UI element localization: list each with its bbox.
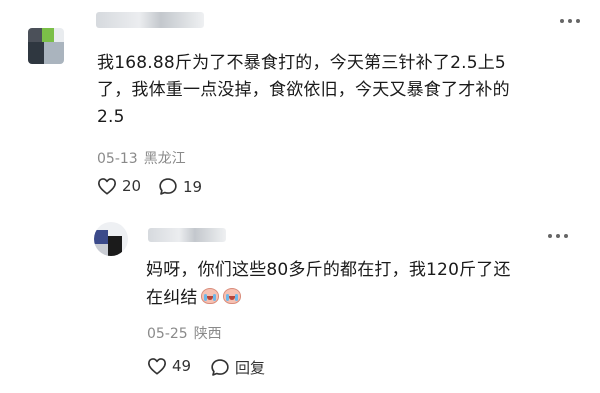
more-dots-icon[interactable] xyxy=(560,17,580,25)
heart-outline-icon xyxy=(148,358,166,375)
reply-line: 妈呀，你们这些80多斤的都在打，我120斤了还 xyxy=(146,260,511,280)
like-count: 20 xyxy=(122,177,142,195)
comment-date: 05-13 xyxy=(97,151,138,167)
reply-count-button[interactable]: 19 xyxy=(158,177,202,196)
crying-face-icon xyxy=(200,287,220,305)
user-avatar[interactable] xyxy=(28,28,64,64)
like-button[interactable]: 20 xyxy=(97,177,141,195)
comment-line: 了，我体重一点没掉，食欲依旧，今天又暴食了才补的 xyxy=(97,80,510,100)
reply-username-redacted[interactable] xyxy=(148,228,226,242)
comment-meta: 05-13 黑龙江 xyxy=(97,148,186,168)
comment-bubble-icon xyxy=(211,359,229,376)
reply-date: 05-25 xyxy=(147,326,188,342)
reply-meta: 05-25 陕西 xyxy=(147,323,222,343)
reply-like-button[interactable]: 49 xyxy=(147,357,191,375)
heart-outline-icon xyxy=(98,178,116,195)
reply-count: 19 xyxy=(183,177,203,196)
comment-line: 2.5 xyxy=(97,107,125,127)
username-redacted[interactable] xyxy=(96,12,204,28)
reply-user-avatar[interactable] xyxy=(94,222,128,256)
comment-bubble-icon xyxy=(159,178,177,195)
reply-like-count: 49 xyxy=(172,357,192,375)
reply-button[interactable]: 回复 xyxy=(210,357,265,378)
reply-text: 妈呀，你们这些80多斤的都在打，我120斤了还 在纠结 xyxy=(146,256,576,312)
comment-thread: 我168.88斤为了不暴食打的，今天第三针补了2.5上5 了，我体重一点没掉，食… xyxy=(0,0,600,393)
reply-line: 在纠结 xyxy=(146,284,576,312)
comment-line: 我168.88斤为了不暴食打的，今天第三针补了2.5上5 xyxy=(97,53,506,73)
reply-location: 陕西 xyxy=(193,326,222,342)
crying-face-icon xyxy=(222,287,242,305)
comment-text: 我168.88斤为了不暴食打的，今天第三针补了2.5上5 了，我体重一点没掉，食… xyxy=(97,50,577,131)
comment-location: 黑龙江 xyxy=(143,151,186,167)
reply-line-text: 在纠结 xyxy=(146,288,198,308)
comment-item: 我168.88斤为了不暴食打的，今天第三针补了2.5上5 了，我体重一点没掉，食… xyxy=(0,0,600,208)
more-dots-icon[interactable] xyxy=(548,232,568,240)
reply-label: 回复 xyxy=(235,359,266,377)
